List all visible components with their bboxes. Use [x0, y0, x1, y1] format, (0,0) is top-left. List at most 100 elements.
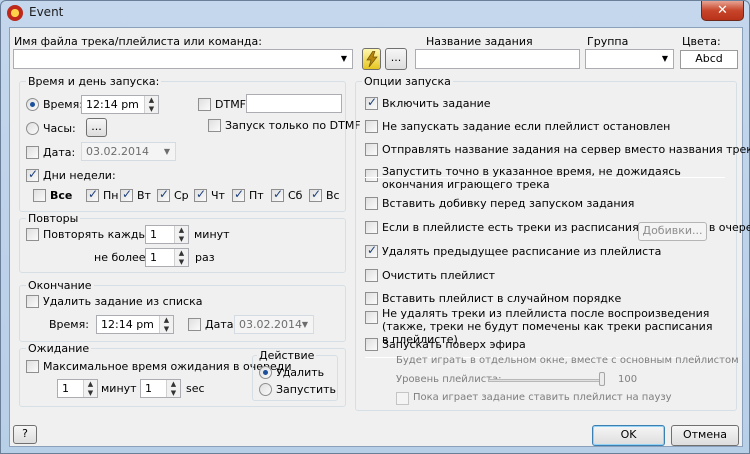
end-time-spinner[interactable]: ▲ ▼ — [159, 316, 173, 333]
option-insert-random-checkbox[interactable] — [365, 292, 378, 305]
ok-button[interactable]: OK — [592, 425, 665, 446]
task-name-label: Название задания — [426, 35, 533, 48]
option-overlay-checkbox[interactable] — [365, 338, 378, 351]
title-bar[interactable]: Event ✕ — [1, 1, 749, 25]
day-checkbox[interactable] — [157, 187, 170, 202]
jingles-button[interactable]: Добивки... — [638, 222, 707, 241]
cancel-button[interactable]: Отмена — [671, 425, 739, 446]
day-checkbox[interactable] — [309, 187, 322, 202]
max-wait-checkbox[interactable] — [26, 360, 39, 373]
pause-label: Пока играет задание ставить плейлист на … — [413, 392, 672, 403]
wait-group: Ожидание Максимальное время ожидания в о… — [19, 342, 346, 407]
end-date-input[interactable]: 03.02.2014 ▼ — [234, 315, 314, 334]
repeat-every-label: Повторять каждые — [43, 228, 154, 241]
repeat-max-label: не более — [94, 251, 146, 264]
colors-button[interactable]: Abcd — [680, 50, 738, 69]
time-label: Время: — [43, 98, 83, 111]
group-select[interactable]: ▼ — [585, 49, 674, 69]
end-time-input[interactable]: 12:14 pm ▲ ▼ — [96, 315, 174, 334]
time-radio[interactable] — [26, 98, 39, 111]
repeat-checkbox[interactable] — [26, 228, 39, 241]
option-run-exact-checkbox[interactable] — [365, 169, 378, 182]
track-input[interactable]: ▼ — [13, 49, 353, 69]
end-date-label: Дата: — [205, 318, 238, 331]
chevron-down-icon[interactable]: ▼ — [336, 50, 352, 68]
action-run-radio[interactable] — [259, 383, 272, 396]
level-slider-thumb[interactable] — [599, 372, 605, 386]
option-delete-prev-checkbox[interactable] — [365, 243, 378, 258]
repeat-every-unit: минут — [194, 228, 230, 241]
lightning-button[interactable] — [362, 48, 381, 70]
remove-task-checkbox[interactable] — [26, 295, 39, 308]
option-delete-prev-label: Удалять предыдущее расписание из плейлис… — [382, 245, 662, 258]
clock-browse-button[interactable]: ... — [86, 118, 107, 137]
chevron-down-icon[interactable]: ▼ — [297, 316, 313, 333]
option-no-run-stopped-checkbox[interactable] — [365, 120, 378, 133]
start-group: Время и день запуска: Время: 12:14 pm ▲ ▼… — [19, 75, 361, 212]
wait-seconds-unit: sec — [186, 382, 205, 395]
action-run-label: Запустить — [276, 383, 336, 396]
wait-minutes-input[interactable]: 1 ▲ ▼ — [57, 379, 98, 398]
wait-seconds-spinner[interactable]: ▲ ▼ — [166, 380, 180, 397]
task-name-input[interactable] — [415, 49, 580, 69]
option-insert-jingle-label: Вставить добивку перед запуском задания — [382, 197, 635, 210]
start-date-input[interactable]: 03.02.2014 ▼ — [81, 142, 176, 161]
dtmf-input[interactable] — [246, 94, 342, 113]
day-checkbox[interactable] — [120, 187, 133, 202]
option-insert-jingle-checkbox[interactable] — [365, 197, 378, 210]
option-send-name-checkbox[interactable] — [365, 143, 378, 156]
overlay-note: Будет играть в отдельном окне, вместе с … — [396, 355, 739, 366]
day-label: Чт — [211, 189, 225, 202]
dtmf-checkbox[interactable] — [198, 98, 211, 111]
clock-radio[interactable] — [26, 122, 39, 135]
end-date-checkbox[interactable] — [188, 318, 201, 331]
wait-seconds-input[interactable]: 1 ▲ ▼ — [140, 379, 181, 398]
browse-button[interactable]: ... — [385, 48, 407, 70]
day-checkbox[interactable] — [271, 187, 284, 202]
all-days-checkbox[interactable] — [33, 189, 46, 202]
time-spinner[interactable]: ▲ ▼ — [144, 96, 158, 113]
option-no-delete-tracks-checkbox[interactable] — [365, 311, 378, 324]
options-group: Опции запуска Включить задание Не запуска… — [355, 75, 750, 411]
day-label: Сб — [288, 189, 303, 202]
level-label: Уровень плейлиста: — [396, 374, 502, 385]
pause-checkbox[interactable] — [396, 392, 409, 405]
action-group-legend: Действие — [257, 349, 317, 362]
chevron-down-icon[interactable]: ▼ — [657, 50, 673, 68]
repeat-every-spinner[interactable]: ▲ ▼ — [174, 226, 188, 243]
day-checkbox[interactable] — [194, 187, 207, 202]
end-time-label: Время: — [49, 318, 89, 331]
event-window: Event ✕ Имя файла трека/плейлиста или ко… — [0, 0, 750, 454]
repeat-group-legend: Повторы — [26, 212, 81, 225]
day-label: Вс — [326, 189, 340, 202]
repeat-every-input[interactable]: 1 ▲ ▼ — [145, 225, 189, 244]
repeat-max-unit: раз — [195, 251, 215, 264]
dtmf-only-checkbox[interactable] — [208, 119, 221, 132]
repeat-max-spinner[interactable]: ▲ ▼ — [174, 249, 188, 266]
weekdays-checkbox[interactable] — [26, 167, 39, 182]
level-value: 100 — [618, 374, 638, 385]
repeat-max-input[interactable]: 1 ▲ ▼ — [145, 248, 189, 267]
option-queue-if-sched-checkbox[interactable] — [365, 221, 378, 234]
close-button[interactable]: ✕ — [701, 1, 744, 21]
dtmf-label: DTMF — [215, 98, 247, 111]
day-checkbox[interactable] — [232, 187, 245, 202]
chevron-down-icon[interactable]: ▼ — [159, 143, 175, 160]
wait-minutes-spinner[interactable]: ▲ ▼ — [83, 380, 97, 397]
end-group-legend: Окончание — [26, 279, 94, 292]
option-enable-checkbox[interactable] — [365, 95, 378, 110]
option-run-exact-label: Запустить точно в указанное время, не до… — [382, 165, 681, 191]
day-checkbox[interactable] — [86, 187, 99, 202]
repeat-group: Повторы Повторять каждые 1 ▲ ▼ минут не б… — [19, 212, 346, 273]
action-delete-radio[interactable] — [259, 366, 272, 379]
option-enable-label: Включить задание — [382, 97, 491, 110]
weekdays-label: Дни недели: — [43, 169, 116, 182]
day-label: Ср — [174, 189, 189, 202]
level-slider-track[interactable] — [488, 379, 605, 382]
option-clear-playlist-checkbox[interactable] — [365, 269, 378, 282]
option-clear-playlist-label: Очистить плейлист — [382, 269, 496, 282]
dtmf-only-label: Запуск только по DTMF — [225, 119, 361, 132]
start-time-input[interactable]: 12:14 pm ▲ ▼ — [81, 95, 159, 114]
help-button[interactable]: ? — [13, 425, 37, 444]
date-checkbox[interactable] — [26, 146, 39, 159]
